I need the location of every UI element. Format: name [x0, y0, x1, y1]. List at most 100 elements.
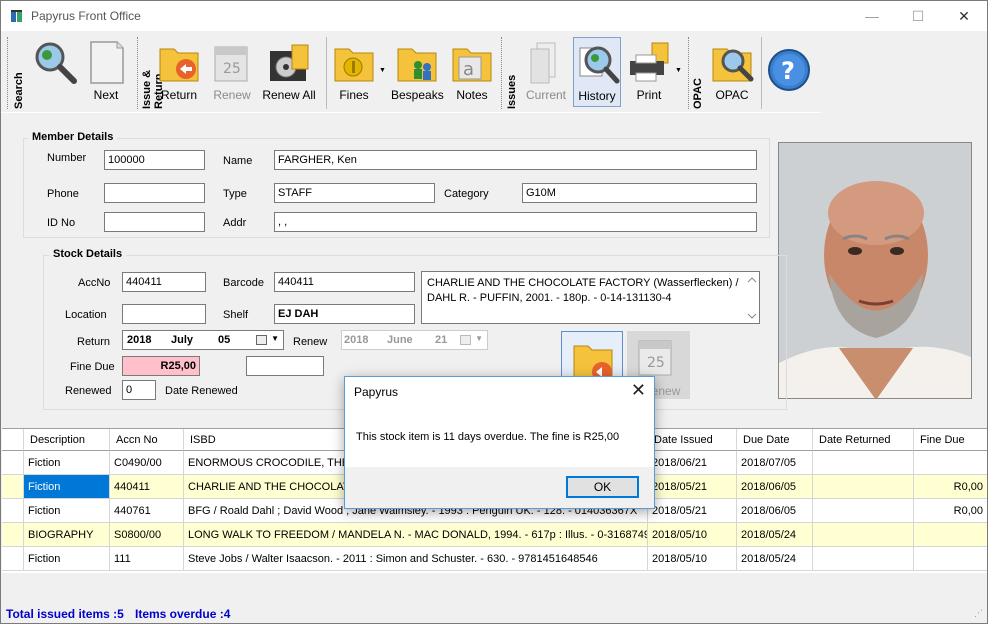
maximize-button[interactable]: ☐	[895, 1, 941, 31]
member-photo	[778, 142, 972, 399]
cell-fine[interactable]: R0,00	[914, 499, 987, 523]
minimize-button[interactable]: —	[849, 1, 895, 31]
renew-date-picker[interactable]: 2018 June 21 ▼	[341, 330, 488, 350]
dialog-ok-button[interactable]: OK	[566, 476, 639, 498]
fine-extra-field[interactable]	[246, 356, 324, 376]
status-bar: Total issued items :5 Items overdue :4 ⋰	[1, 602, 987, 623]
row-selector[interactable]	[2, 499, 24, 523]
cell-due[interactable]: 2018/06/05	[737, 475, 813, 499]
cell-accn[interactable]: S0800/00	[110, 523, 184, 547]
col-header-fine-due[interactable]: Fine Due	[914, 429, 987, 451]
cell-description[interactable]: BIOGRAPHY	[24, 523, 110, 547]
col-header-date-issued[interactable]: Date Issued	[648, 429, 737, 451]
cell-description[interactable]: Fiction	[24, 499, 110, 523]
cell-issued[interactable]: 2018/05/21	[648, 499, 737, 523]
cell-issued[interactable]: 2018/06/21	[648, 451, 737, 475]
fines-dropdown-icon[interactable]: ▼	[379, 67, 386, 74]
fine-due-label: Fine Due	[70, 361, 115, 373]
return-button[interactable]: Return	[156, 37, 202, 107]
return-date-label: Return	[77, 336, 111, 348]
member-phone-field[interactable]	[104, 183, 205, 203]
cell-issued[interactable]: 2018/05/21	[648, 475, 737, 499]
col-header-accn[interactable]: Accn No	[110, 429, 184, 451]
opac-button[interactable]: OPAC	[707, 37, 757, 107]
cell-fine[interactable]	[914, 451, 987, 475]
chevron-down-icon[interactable]: ▼	[475, 334, 483, 343]
cell-returned[interactable]	[813, 523, 914, 547]
cell-isbd[interactable]: LONG WALK TO FREEDOM / MANDELA N. - MAC …	[184, 523, 648, 547]
cell-returned[interactable]	[813, 451, 914, 475]
table-row[interactable]: BIOGRAPHY S0800/00 LONG WALK TO FREEDOM / …	[2, 523, 987, 547]
cell-accn[interactable]: C0490/00	[110, 451, 184, 475]
fines-button[interactable]: Fines	[331, 37, 377, 107]
cell-returned[interactable]	[813, 475, 914, 499]
row-selector[interactable]	[2, 451, 24, 475]
renew-all-button[interactable]: Renew All	[259, 37, 319, 107]
row-selector[interactable]	[2, 475, 24, 499]
row-selector[interactable]	[2, 523, 24, 547]
help-button[interactable]: ?	[765, 37, 813, 107]
cell-due[interactable]: 2018/07/05	[737, 451, 813, 475]
close-button[interactable]: ✕	[941, 1, 987, 31]
memo-scrollbar[interactable]	[745, 273, 759, 323]
bespeaks-label: Bespeaks	[391, 88, 444, 102]
renewed-count-field[interactable]: 0	[122, 380, 156, 400]
items-overdue-status: Items overdue :4	[135, 607, 231, 621]
renew-toolbar-button[interactable]: 25 Renew	[207, 37, 257, 107]
dialog-close-icon[interactable]: ✕	[631, 380, 646, 401]
chevron-down-icon[interactable]: ▼	[271, 334, 279, 343]
history-icon	[579, 46, 620, 84]
search-button[interactable]	[28, 37, 82, 107]
print-button[interactable]: Print	[625, 37, 673, 107]
cell-isbd[interactable]: Steve Jobs / Walter Isaacson. - 2011 : S…	[184, 547, 648, 571]
cell-returned[interactable]	[813, 499, 914, 523]
col-header-due-date[interactable]: Due Date	[737, 429, 813, 451]
folder-return-icon	[159, 48, 199, 82]
toolbar-grip[interactable]	[501, 37, 505, 109]
member-number-field[interactable]: 100000	[104, 150, 205, 170]
bespeaks-button[interactable]: Bespeaks	[391, 37, 444, 107]
cell-issued[interactable]: 2018/05/10	[648, 523, 737, 547]
member-name-label: Name	[223, 155, 253, 167]
member-category-field[interactable]: G10M	[522, 183, 757, 203]
cell-returned[interactable]	[813, 547, 914, 571]
barcode-field[interactable]: 440411	[274, 272, 415, 292]
cell-accn[interactable]: 440761	[110, 499, 184, 523]
cell-accn[interactable]: 440411	[110, 475, 184, 499]
print-dropdown-icon[interactable]: ▼	[675, 67, 682, 74]
cell-fine[interactable]: R0,00	[914, 475, 987, 499]
toolbar-grip[interactable]	[7, 37, 11, 109]
fine-due-field[interactable]: R25,00	[122, 356, 200, 376]
cell-due[interactable]: 2018/06/05	[737, 499, 813, 523]
return-date-picker[interactable]: 2018 July 05 ▼	[122, 330, 284, 350]
member-addr-field[interactable]: , ,	[274, 212, 757, 232]
cell-due[interactable]: 2018/05/24	[737, 547, 813, 571]
member-idno-field[interactable]	[104, 212, 205, 232]
accno-field[interactable]: 440411	[122, 272, 206, 292]
member-name-field[interactable]: FARGHER, Ken	[274, 150, 757, 170]
cell-fine[interactable]	[914, 523, 987, 547]
total-issued-status: Total issued items :5	[6, 607, 124, 621]
resize-grip-icon[interactable]: ⋰	[974, 608, 983, 619]
cell-description[interactable]: Fiction	[24, 547, 110, 571]
current-button[interactable]: Current	[521, 37, 571, 107]
history-button[interactable]: History	[573, 37, 621, 107]
next-label: Next	[93, 88, 119, 102]
col-header-date-returned[interactable]: Date Returned	[813, 429, 914, 451]
table-row[interactable]: Fiction 111 Steve Jobs / Walter Isaacson. …	[2, 547, 987, 571]
cell-fine[interactable]	[914, 547, 987, 571]
cell-due[interactable]: 2018/05/24	[737, 523, 813, 547]
col-header-description[interactable]: Description	[24, 429, 110, 451]
row-selector[interactable]	[2, 547, 24, 571]
stock-description-memo[interactable]: CHARLIE AND THE CHOCOLATE FACTORY (Wasse…	[421, 271, 760, 324]
cell-issued[interactable]: 2018/05/10	[648, 547, 737, 571]
shelf-field[interactable]: EJ DAH	[274, 304, 415, 324]
cell-description[interactable]: Fiction	[24, 451, 110, 475]
cell-accn[interactable]: 111	[110, 547, 184, 571]
member-type-field[interactable]: STAFF	[274, 183, 435, 203]
next-button[interactable]: Next	[83, 37, 129, 107]
group-label-issue-return: Issue & Return	[141, 69, 165, 109]
notes-button[interactable]: a Notes	[449, 37, 495, 107]
location-field[interactable]	[122, 304, 206, 324]
cell-description[interactable]: Fiction	[24, 475, 110, 499]
